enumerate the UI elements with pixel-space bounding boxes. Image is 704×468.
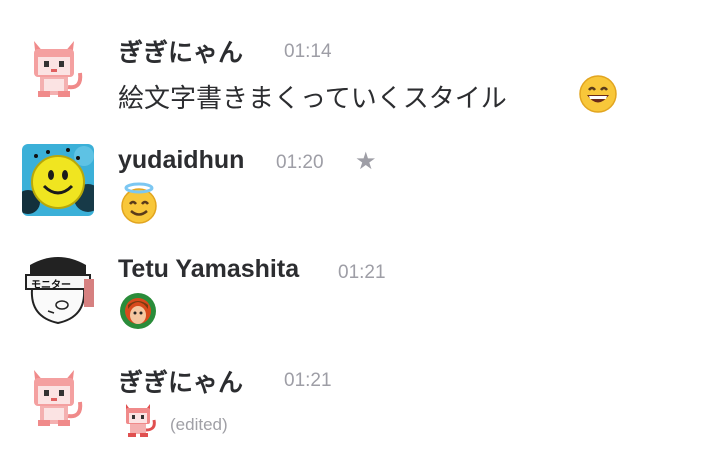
custom-face-emoji[interactable]	[118, 291, 158, 331]
timestamp[interactable]: 01:14	[284, 41, 332, 63]
innocent-emoji[interactable]	[118, 182, 160, 224]
author-name[interactable]: ぎぎにゃん	[118, 363, 243, 399]
author-name[interactable]: yudaidhun	[118, 146, 244, 175]
pink-cat-avatar[interactable]	[22, 31, 94, 103]
timestamp[interactable]: 01:21	[284, 370, 332, 392]
timestamp[interactable]: 01:21	[338, 262, 386, 284]
star-icon[interactable]: ★	[355, 147, 377, 176]
yellow-smiley-ball-avatar[interactable]	[22, 144, 94, 216]
author-name[interactable]: Tetu Yamashita	[118, 255, 299, 284]
avatar-label: モニター	[31, 280, 71, 291]
pink-cat-emoji[interactable]	[120, 400, 160, 440]
pink-cat-avatar[interactable]	[22, 360, 94, 432]
author-name[interactable]: ぎぎにゃん	[118, 33, 243, 69]
message-text: 絵文字書きまくっていくスタイル	[118, 83, 507, 113]
smile-emoji[interactable]	[578, 74, 618, 114]
timestamp[interactable]: 01:20	[276, 152, 324, 174]
manga-monitor-avatar[interactable]: モニター	[22, 253, 94, 325]
edited-label: (edited)	[170, 415, 228, 434]
